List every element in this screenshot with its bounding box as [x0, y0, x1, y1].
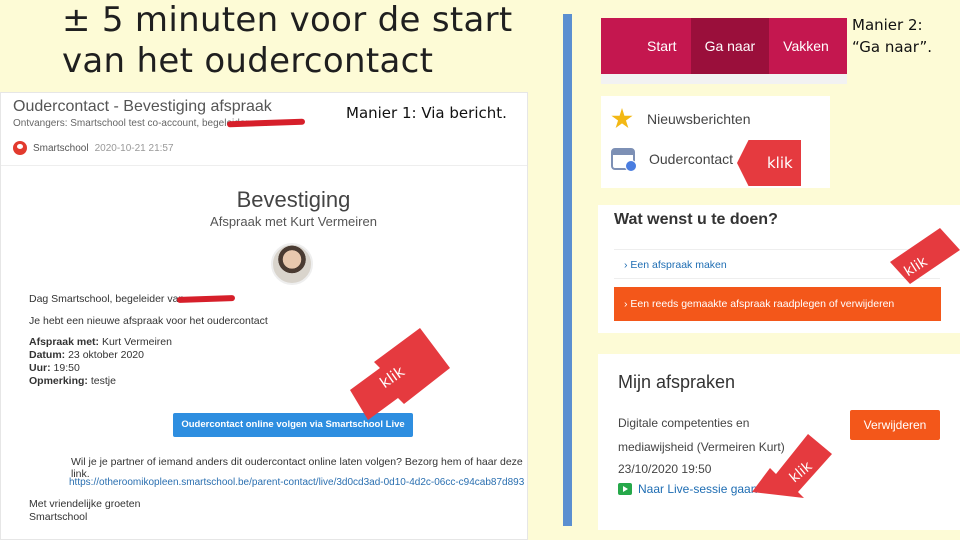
- arrow-shape: [890, 228, 960, 284]
- klik-label: klik: [767, 154, 793, 172]
- appointment-datetime: 23/10/2020 19:50: [618, 462, 712, 476]
- menu-item-label: Nieuwsberichten: [647, 111, 751, 127]
- email-heading: Bevestiging: [236, 187, 351, 212]
- klik-arrow-live: klik: [752, 434, 832, 498]
- detail-label: Datum:: [29, 349, 66, 361]
- email-message-panel: Oudercontact - Bevestiging afspraak Ontv…: [0, 92, 528, 540]
- email-sender-row: Smartschool 2020-10-21 21:57: [13, 141, 174, 155]
- detail-label: Opmerking:: [29, 375, 88, 387]
- detail-opmerking: Opmerking: testje: [29, 375, 116, 387]
- detail-value: 19:50: [53, 362, 80, 374]
- redaction-scribble: [176, 294, 236, 304]
- nav-ga-naar-label: Ga naar: [704, 38, 756, 54]
- smartschool-logo-icon: [13, 141, 27, 155]
- top-navigation: Start Ga naar Vakken: [601, 18, 847, 80]
- method-2-caption: Manier 2: “Ga naar”.: [852, 14, 932, 58]
- delete-appointment-button[interactable]: Verwijderen: [850, 410, 940, 440]
- video-icon: [618, 483, 632, 495]
- detail-datum: Datum: 23 oktober 2020: [29, 349, 144, 361]
- nav-vakken[interactable]: Vakken: [769, 18, 843, 74]
- method-1-caption: Manier 1: Via bericht.: [346, 104, 507, 122]
- detail-value: Kurt Vermeiren: [101, 336, 172, 348]
- vertical-divider: [563, 14, 572, 526]
- email-greeting: Dag Smartschool, begeleider van: [29, 293, 185, 305]
- email-intro: Je hebt een nieuwe afspraak voor het oud…: [29, 315, 268, 327]
- detail-label: Afspraak met:: [29, 336, 100, 348]
- detail-value: 23 oktober 2020: [68, 349, 144, 361]
- slide-title: ± 5 minuten voor de start van het ouderc…: [62, 0, 513, 81]
- menu-item-nieuwsberichten[interactable]: Nieuwsberichten: [611, 108, 751, 130]
- klik-arrow-choice: klik: [890, 228, 960, 284]
- email-sender: Smartschool: [33, 142, 89, 154]
- detail-value: testje: [90, 375, 116, 387]
- teacher-avatar: [271, 243, 313, 285]
- detail-afspraak: Afspraak met: Kurt Vermeiren: [29, 336, 172, 348]
- menu-item-label: Oudercontact: [649, 151, 734, 167]
- klik-arrow-menu: klik: [737, 140, 801, 186]
- menu-item-oudercontact[interactable]: Oudercontact: [611, 148, 734, 172]
- nav-start[interactable]: Start: [601, 18, 691, 74]
- method-2-line2: “Ga naar”.: [852, 38, 933, 56]
- email-signature: Smartschool: [29, 511, 88, 523]
- nav-dropdown-edge: [601, 74, 847, 84]
- calendar-icon: [611, 148, 637, 172]
- arrow-shape: [752, 434, 832, 498]
- detail-uur: Uur: 19:50: [29, 362, 80, 374]
- option-view-appointments[interactable]: › Een reeds gemaakte afspraak raadplegen…: [614, 287, 941, 321]
- live-session-link[interactable]: Naar Live-sessie gaan: [618, 482, 757, 496]
- follow-online-button[interactable]: Oudercontact online volgen via Smartscho…: [173, 413, 413, 437]
- email-date: 2020-10-21 21:57: [94, 142, 174, 154]
- appointments-title: Mijn afspraken: [618, 372, 736, 392]
- email-divider: [1, 165, 527, 166]
- nav-ga-naar[interactable]: Ga naar: [690, 18, 770, 80]
- appointment-subject-line1: Digitale competenties en: [618, 416, 750, 430]
- email-subject: Oudercontact - Bevestiging afspraak: [13, 98, 272, 115]
- live-session-label: Naar Live-sessie gaan: [638, 482, 758, 496]
- email-subheading: Afspraak met Kurt Vermeiren: [210, 214, 377, 229]
- choice-title: Wat wenst u te doen?: [614, 211, 778, 228]
- klik-arrow-email: klik: [350, 328, 450, 420]
- email-closing: Met vriendelijke groeten: [29, 498, 141, 510]
- detail-label: Uur:: [29, 362, 51, 374]
- live-session-link[interactable]: https://otheroomikopleen.smartschool.be/…: [69, 477, 524, 488]
- method-2-line1: Manier 2:: [852, 16, 923, 34]
- star-icon: [611, 108, 633, 129]
